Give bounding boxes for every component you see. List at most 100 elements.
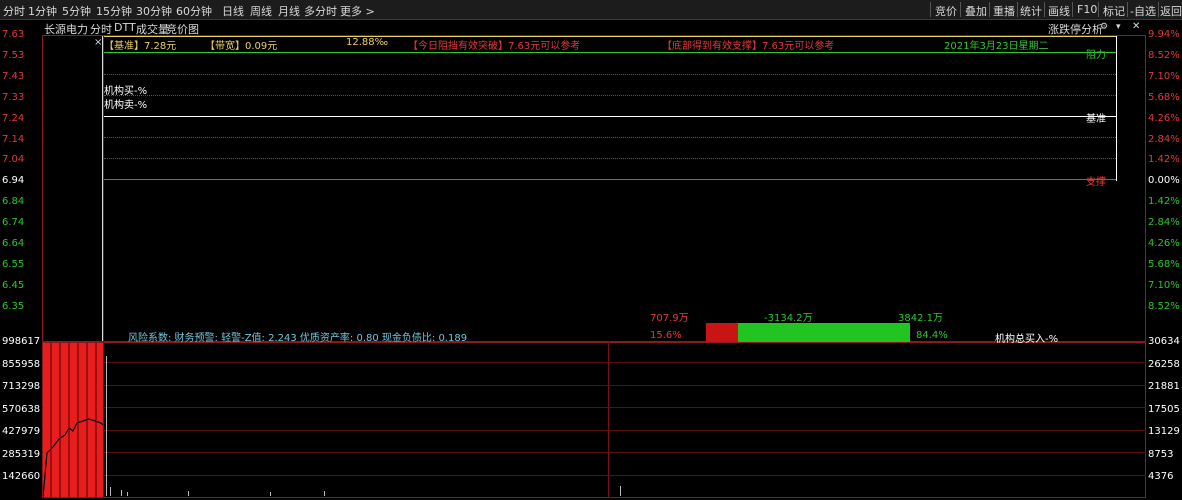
institution-total-buy-label: 机构总买入-% <box>995 334 1059 345</box>
flow-red-value: 707.9万 <box>650 313 689 324</box>
volume-bar <box>110 487 111 496</box>
mark-button[interactable]: 标记 <box>1103 3 1125 19</box>
auction-button[interactable]: 竞价 <box>935 3 957 19</box>
close-icon[interactable]: ✕ <box>1132 21 1140 32</box>
draw-line-button[interactable]: 画线 <box>1048 3 1070 19</box>
volume-tick-label: 17505 <box>1148 403 1180 415</box>
f10-button[interactable]: F10 <box>1077 3 1097 16</box>
flow-net-value: -3134.2万 <box>764 313 813 324</box>
price-tick-label: 6.55 <box>2 258 25 270</box>
grid-hline <box>42 475 1146 476</box>
price-tick-label: 6.64 <box>2 238 25 249</box>
right-edge-line <box>1116 36 1117 181</box>
tab-5min[interactable]: 5分钟 <box>62 3 91 19</box>
tab-fenshi[interactable]: 分时 <box>3 3 25 19</box>
tab-more[interactable]: 更多 > <box>340 3 375 19</box>
toolbar-divider <box>1098 2 1099 17</box>
tab-weekly[interactable]: 周线 <box>250 3 272 19</box>
chevron-down-icon[interactable]: ▾ <box>1116 22 1121 32</box>
dotted-line <box>104 137 1116 138</box>
watchlist-button[interactable]: -自选 <box>1130 3 1156 19</box>
overlay-button[interactable]: 叠加 <box>965 3 987 19</box>
top-toolbar: 分时 1分钟 5分钟 15分钟 30分钟 60分钟 日线 周线 月线 多分时 更… <box>0 0 1182 20</box>
volume-bar <box>324 491 325 496</box>
volume-tick-label: 4376 <box>1148 471 1174 482</box>
volume-bar <box>188 491 189 496</box>
volume-tick-label: 998617 <box>2 336 41 347</box>
tab-30min[interactable]: 30分钟 <box>136 3 172 19</box>
toolbar-divider <box>1044 2 1045 17</box>
replay-button[interactable]: 重播 <box>993 3 1015 19</box>
price-tick-label: 7.14 <box>2 133 25 145</box>
flow-bar-green-segment <box>738 323 910 342</box>
price-tick-label: 7.43 <box>2 70 25 82</box>
volume-tick-label: 142660 <box>2 471 41 482</box>
toolbar-divider <box>960 2 961 17</box>
base-line <box>104 116 1116 117</box>
volume-tick-label: 570638 <box>2 403 41 415</box>
support-label: 支撑 <box>1086 177 1106 188</box>
settings-icon[interactable]: ⚙ <box>1100 22 1108 32</box>
today-break-label: 【今日阻挡有效突破】7.63元可以参考 <box>408 41 581 52</box>
grid-hline <box>42 407 1146 408</box>
dotted-line <box>104 95 1116 96</box>
tab-daily[interactable]: 日线 <box>222 3 244 19</box>
flow-bar-red-segment <box>706 323 738 342</box>
pct-tick-label: 8.52% <box>1148 49 1180 61</box>
tab-60min[interactable]: 60分钟 <box>176 3 212 19</box>
resistance-label: 阻力 <box>1086 50 1106 61</box>
pct-tick-label: 1.42% <box>1148 196 1180 208</box>
pct-tick-label: 2.84% <box>1148 217 1180 229</box>
tab-1min[interactable]: 1分钟 <box>28 3 57 19</box>
flow-red-pct: 15.6% <box>650 330 682 341</box>
chart-header: 长源电力 分时 DTT 成交量 竞价图 涨跌停分析 ⚙ ▾ ✕ <box>0 20 1182 36</box>
pct-label: 12.88‰ <box>346 37 389 48</box>
pct-tick-label: 8.52% <box>1148 300 1180 312</box>
volume-tick-label: 26258 <box>1148 358 1180 370</box>
volume-tick-label: 30634 <box>1148 336 1180 347</box>
toolbar-divider <box>930 2 931 17</box>
grid-hline <box>42 362 1146 363</box>
pct-tick-label: 9.94% <box>1148 29 1180 40</box>
tab-multi-fenshi[interactable]: 多分时 <box>304 3 337 19</box>
base-price-label: 【基准】7.28元 <box>104 41 177 52</box>
volume-bar <box>127 492 128 496</box>
back-button[interactable]: 返回 <box>1160 3 1182 19</box>
left-panel <box>43 36 103 341</box>
volume-tick-label: 8753 <box>1148 448 1174 460</box>
toolbar-divider <box>1072 2 1073 17</box>
volume-tick-label: 427979 <box>2 426 41 437</box>
volume-bar <box>270 492 271 496</box>
risk-info: 风险系数: 财务预警: 轻警-Z值: 2.243 优质资产率: 0.80 现金负… <box>128 333 468 344</box>
volume-tick-label: 713298 <box>2 381 41 392</box>
price-tick-label: 6.35 <box>2 300 25 312</box>
tab-15min[interactable]: 15分钟 <box>96 3 132 19</box>
stats-button[interactable]: 统计 <box>1020 3 1042 19</box>
price-chart-frame <box>42 35 1146 342</box>
price-tick-label: 7.33 <box>2 91 25 103</box>
price-tick-label: 7.04 <box>2 154 25 166</box>
toolbar-divider <box>1158 2 1159 17</box>
volume-tick-label: 855958 <box>2 358 41 370</box>
pct-tick-label: 5.68% <box>1148 258 1180 270</box>
toolbar-divider <box>1017 2 1018 17</box>
auction-volume-area <box>42 343 104 498</box>
date-label: 2021年3月23日星期二 <box>944 41 1049 52</box>
flow-green-value: 3842.1万 <box>898 313 943 324</box>
volume-bar <box>620 486 621 496</box>
close-icon[interactable]: × <box>94 37 102 48</box>
price-tick-label: 6.84 <box>2 196 25 208</box>
pct-tick-label: 4.26% <box>1148 238 1180 249</box>
pct-tick-label: 0.00% <box>1148 175 1180 187</box>
pct-tick-label: 7.10% <box>1148 70 1180 82</box>
volume-tick-label: 285319 <box>2 448 41 460</box>
flow-bar <box>706 323 910 342</box>
pct-tick-label: 1.42% <box>1148 154 1180 166</box>
pct-tick-label: 5.68% <box>1148 91 1180 103</box>
flow-green-pct: 84.4% <box>916 330 948 341</box>
price-tick-label: 6.94 <box>2 175 25 187</box>
chart-tab-dtt[interactable]: DTT <box>114 21 136 34</box>
dotted-line <box>104 74 1116 75</box>
pct-tick-label: 7.10% <box>1148 279 1180 291</box>
tab-monthly[interactable]: 月线 <box>278 3 300 19</box>
